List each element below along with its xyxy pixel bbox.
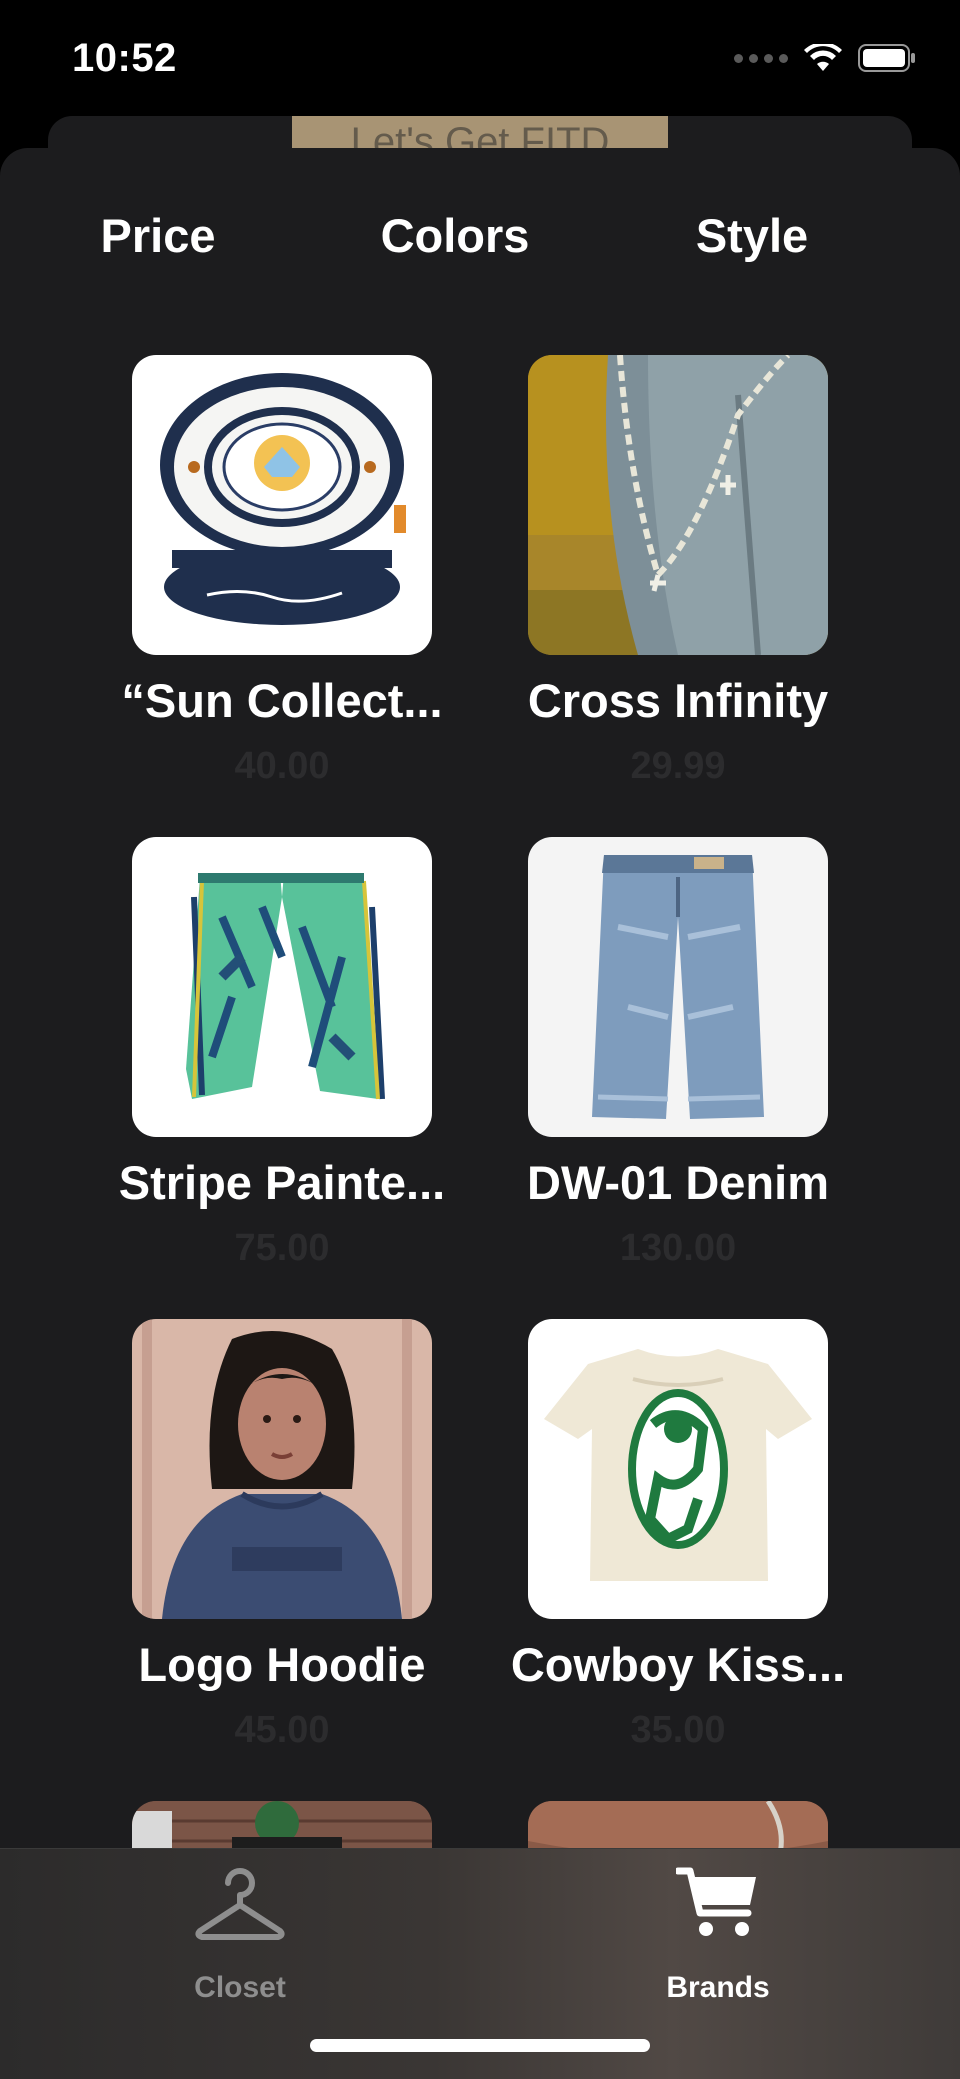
product-name: Cowboy Kiss... (510, 1638, 846, 1691)
price-filter-button[interactable]: Price (101, 208, 216, 263)
cart-icon (676, 1867, 756, 1936)
product-price: 29.99 (630, 745, 726, 787)
hanger-icon (195, 1868, 285, 1940)
product-price: 75.00 (234, 1227, 330, 1269)
product-image[interactable] (132, 837, 432, 1137)
product-name: Logo Hoodie (138, 1638, 426, 1691)
product-name: Cross Infinity (527, 674, 829, 727)
wifi-icon (804, 44, 842, 71)
filter-bar: Price Colors Style (0, 208, 960, 268)
product-name: Stripe Painte... (118, 1156, 446, 1209)
product-name: DW-01 Denim (527, 1156, 829, 1209)
product-price: 35.00 (630, 1709, 726, 1751)
product-name: “Sun Collect... (121, 674, 443, 727)
status-bar: 10:52 (0, 0, 960, 120)
status-icons (734, 44, 916, 72)
style-filter-button[interactable]: Style (696, 208, 808, 263)
product-image[interactable] (528, 837, 828, 1137)
app-screen: 10:52 Let's Get FITD Price Colors Style … (0, 0, 960, 2079)
product-image[interactable] (528, 1319, 828, 1619)
product-price: 40.00 (234, 745, 330, 787)
product-image[interactable] (132, 1319, 432, 1619)
product-price: 45.00 (234, 1709, 330, 1751)
battery-icon (858, 44, 915, 72)
product-image[interactable] (528, 355, 828, 655)
tab-closet-label: Closet (194, 1971, 286, 2004)
signal-icon (734, 53, 788, 63)
tab-brands[interactable]: Brands (598, 1865, 838, 2005)
brand-products-sheet: Price Colors Style “Sun Collect... 40.00… (0, 148, 960, 2079)
tab-brands-label: Brands (666, 1971, 770, 2004)
tab-closet[interactable]: Closet (120, 1865, 360, 2005)
home-indicator[interactable] (310, 2039, 650, 2052)
product-image[interactable] (132, 355, 432, 655)
product-price: 130.00 (619, 1227, 737, 1269)
status-time: 10:52 (72, 36, 177, 80)
colors-filter-button[interactable]: Colors (381, 208, 530, 263)
